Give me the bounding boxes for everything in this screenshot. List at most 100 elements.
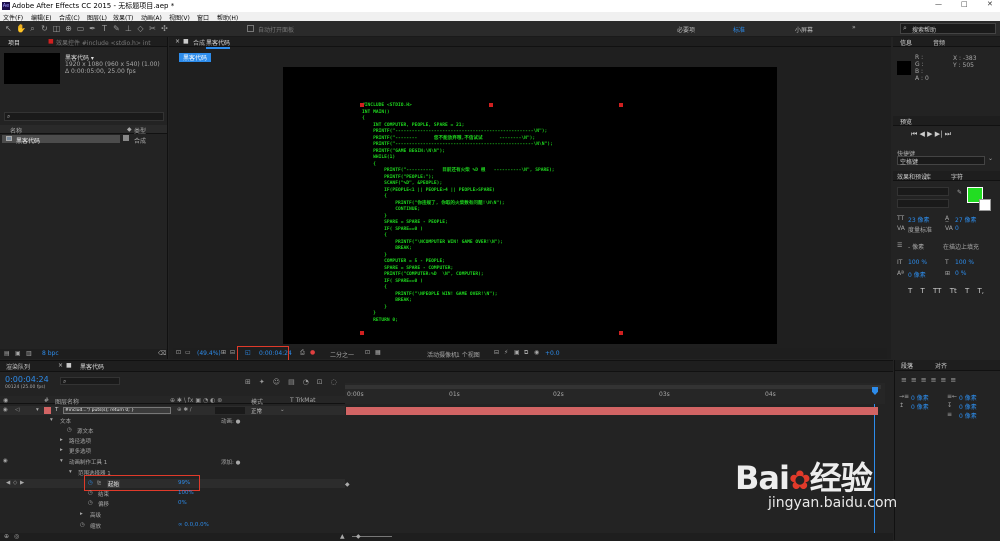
vertical-scale-value[interactable]: 100 % [908,259,927,266]
tab-align[interactable]: 对齐 [935,361,947,370]
property-value[interactable]: 0% [178,500,187,506]
align-center-icon[interactable]: ≡ [911,376,917,384]
delete-icon[interactable]: ⌫ [158,350,166,357]
lock-icon[interactable]: ■ [183,38,189,45]
timeline-search-input[interactable]: ⌕ [60,377,120,385]
work-area-bar[interactable] [345,385,881,389]
camera-select[interactable]: 活动摄像机 [427,350,457,359]
maximize-icon[interactable]: □ [961,0,968,8]
monitor-icon[interactable]: ▭ [185,349,191,356]
close-icon[interactable]: ✕ [987,0,993,8]
col-type[interactable]: 类型 [134,126,146,135]
stroke-width-value[interactable]: - 像素 [908,242,924,251]
puppet-tool-icon[interactable]: ✣ [160,24,169,33]
kerning-value[interactable]: 度量标准 [908,225,932,234]
layer-mode-select[interactable]: 正常 [251,407,262,415]
chevron-down-icon[interactable]: ⌄ [988,155,993,162]
expand-icon[interactable]: ▾ [60,458,63,464]
zoom-level[interactable]: (49.4%) [197,350,221,357]
first-frame-icon[interactable]: ⏮ [911,130,917,138]
region-icon[interactable]: ⊡ [365,349,370,356]
project-search-input[interactable]: ⌕ [4,112,164,121]
font-style-select[interactable] [897,199,949,208]
property-value[interactable]: ∞ 0.0,0.0% [178,522,209,528]
toggle-modes-icon[interactable]: ◎ [14,533,19,540]
expand-icon[interactable]: ▾ [69,469,72,475]
align-right-icon[interactable]: ≡ [921,376,927,384]
fast-preview-icon[interactable]: ⚡ [504,349,508,356]
exposure-value[interactable]: +0.0 [545,350,560,357]
tab-audio[interactable]: 音频 [933,38,945,47]
col-name[interactable]: 名称 [10,126,22,135]
visibility-icon[interactable]: ◉ [3,458,8,464]
bbox-handle[interactable] [619,331,623,335]
property-row[interactable]: ▸ 路径选项 [0,436,345,445]
eraser-tool-icon[interactable]: ◇ [136,24,145,33]
next-frame-icon[interactable]: ▶| [935,130,943,138]
property-row[interactable]: ◷ 源文本 [0,426,345,435]
align-left-icon[interactable]: ≡ [901,376,907,384]
horizontal-scale-value[interactable]: 100 % [955,259,974,266]
layer-duration-bar[interactable] [346,407,878,415]
audio-icon[interactable]: ◁ [15,407,19,413]
text-tool-icon[interactable]: T [100,24,109,33]
property-row[interactable]: ◷ 缩放 ∞ 0.0,0.0% [0,521,345,530]
shy-icon[interactable]: ☺ [273,378,280,386]
justify-last-icon[interactable]: ≡ [950,376,956,384]
leading-value[interactable]: 27 像素 [955,215,977,224]
tab-effect-controls[interactable]: 效果控件 #include <stdio.h> int [56,38,151,47]
expand-icon[interactable]: ▾ [50,417,53,423]
subscript-button[interactable]: T, [977,287,984,295]
auto-open-checkbox[interactable] [247,25,254,32]
new-folder-icon[interactable]: ▣ [15,350,21,357]
shortcut-select[interactable]: 空格键 [897,156,985,166]
indent-left-value[interactable]: 0 像素 [911,393,929,402]
animate-menu[interactable]: 动画: ● [221,417,240,425]
flowchart-icon[interactable]: ⧉ [524,349,528,357]
hand-tool-icon[interactable]: ✋ [16,24,26,33]
property-row[interactable]: ▾ 文本 动画: ● [0,416,345,425]
baseline-shift-value[interactable]: 0 像素 [908,270,926,279]
views-select[interactable]: 1 个视图 [456,350,480,359]
comp-breadcrumb[interactable]: 黑客代码 [179,53,212,62]
timeline-icon[interactable]: ▣ [514,349,520,356]
close-icon[interactable]: × [58,362,63,369]
camera-tool-icon[interactable]: ◫ [52,24,61,33]
mask-icon[interactable]: ⊟ [230,349,235,356]
always-preview-icon[interactable]: ⊡ [176,349,181,356]
expand-icon[interactable]: ▸ [60,447,63,453]
reset-exposure-icon[interactable]: ◉ [534,349,539,356]
superscript-button[interactable]: T [965,287,969,295]
justify-all-icon[interactable]: ≡ [941,376,947,384]
font-family-select[interactable] [897,187,949,196]
timeline-timecode[interactable]: 0:00:04:24 [5,375,49,384]
all-caps-button[interactable]: TT [933,287,941,295]
tab-project[interactable]: 项目 [8,38,20,47]
workspace-essentials[interactable]: 必要项 [677,25,695,34]
tab-effects-presets[interactable]: 效果和预设 [897,172,927,181]
tsume-value[interactable]: 0 % [955,270,966,277]
chevron-down-icon[interactable]: ⌄ [280,407,285,413]
rotate-tool-icon[interactable]: ↻ [40,24,49,33]
tab-info[interactable]: 信息 [900,38,912,47]
bbox-handle[interactable] [360,103,364,107]
code-text-layer[interactable]: #INCLUDE <STDIO.H> INT MAIN(){ INT COMPUT… [362,103,555,325]
graph-editor-icon[interactable]: ⊡ [317,378,323,386]
justify-icon[interactable]: ≡ [931,376,937,384]
expand-icon[interactable]: ▸ [80,511,83,517]
zoom-slider-knob[interactable]: ◆ [356,533,361,540]
first-line-value[interactable]: 0 像素 [959,411,977,420]
tab-composition[interactable]: 黑客代码 [206,38,231,49]
transparency-grid-icon[interactable]: ▦ [375,349,381,356]
stopwatch-icon[interactable]: ◷ [88,500,93,506]
expand-icon[interactable]: ▾ [36,407,39,413]
stopwatch-icon[interactable]: ◷ [67,427,72,433]
col-trkmat[interactable]: T TrkMat [290,397,316,404]
keyframe-icon[interactable]: ◇ [13,480,17,486]
resolution-select[interactable]: 二分之一 [330,350,354,359]
small-caps-button[interactable]: Tt [950,287,957,295]
last-frame-icon[interactable]: ⏭ [945,130,951,138]
close-icon[interactable]: × [175,38,180,45]
stroke-color-swatch[interactable] [979,199,991,211]
pan-behind-tool-icon[interactable]: ⊕ [64,24,73,33]
